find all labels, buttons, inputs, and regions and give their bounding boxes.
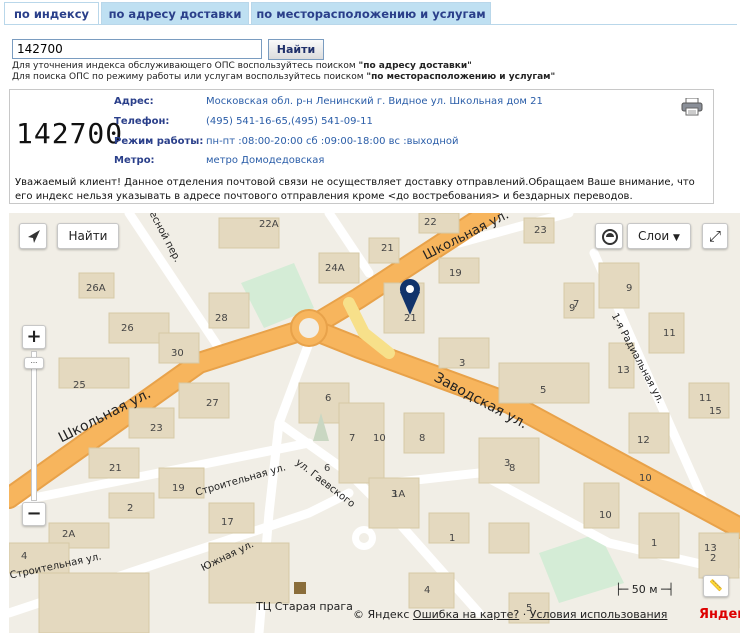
shopping-icon — [294, 582, 306, 594]
building-number: 23 — [534, 225, 547, 236]
notice-text: Уважаемый клиент! Данное отделения почто… — [15, 177, 695, 202]
map-canvas[interactable] — [9, 213, 740, 633]
tab-divider — [4, 24, 737, 25]
scale-bar-icon: ├─ — [615, 583, 629, 596]
tab-by-address[interactable]: по адресу доставки — [101, 2, 249, 25]
address-label: Адрес: — [114, 96, 154, 107]
layers-label: Слои — [638, 229, 670, 243]
geolocate-button[interactable] — [19, 223, 47, 249]
phone-value: (495) 541-16-65,(495) 541-09-11 — [206, 116, 373, 127]
building-number: 2 — [127, 503, 134, 514]
yandex-logo[interactable]: Яндекс — [699, 607, 740, 622]
building-number: 11 — [699, 393, 712, 404]
building-number: 15 — [709, 406, 722, 417]
building-number: 4 — [424, 585, 431, 596]
building-number: 12 — [637, 435, 650, 446]
building-number: 23 — [150, 423, 163, 434]
expand-icon: ⤢ — [708, 227, 721, 245]
hours-value: пн-пт :08:00-20:00 сб :09:00-18:00 вс :в… — [206, 136, 459, 147]
building-number: 2А — [62, 529, 76, 540]
building-number: 7 — [349, 433, 356, 444]
location-arrow-icon — [28, 230, 40, 243]
map[interactable]: Школьная ул. Школьная ул. Заводская ул. … — [9, 213, 740, 633]
terms-link[interactable]: Условия использования — [530, 608, 668, 621]
building-number: 3 — [391, 489, 398, 500]
building-number: 21 — [381, 243, 394, 254]
building-number: 21 — [109, 463, 122, 474]
address-value: Московская обл. р-н Ленинский г. Видное … — [206, 96, 543, 107]
building-number: 13 — [704, 543, 717, 554]
hint-address: Для уточнения индекса обслуживающего ОПС… — [12, 61, 472, 71]
building-number: 13 — [617, 365, 630, 376]
poi-label: ТЦ Старая прага — [256, 600, 353, 613]
building-number: 1 — [449, 533, 456, 544]
building-number: 24А — [325, 263, 345, 274]
building-number: 28 — [215, 313, 228, 324]
traffic-button[interactable] — [595, 223, 623, 249]
report-error-link[interactable]: Ошибка на карте? — [413, 608, 519, 621]
metro-label: Метро: — [114, 155, 155, 166]
building-number: 4 — [21, 551, 28, 562]
building-number: 3 — [459, 358, 466, 369]
building-number: 21 — [404, 313, 417, 324]
building-number: 26 — [121, 323, 134, 334]
building-number: 22 — [424, 217, 437, 228]
ruler-icon: 📏 — [709, 579, 723, 592]
building-number: 2 — [710, 553, 717, 564]
map-scale: ├─ 50 м ─┤ — [615, 583, 675, 596]
building-number: 9 — [569, 303, 576, 314]
building-number: 17 — [221, 517, 234, 528]
find-button[interactable]: Найти — [268, 39, 324, 60]
metro-value: метро Домодедовская — [206, 155, 325, 166]
hint-location: Для поиска ОПС по режиму работы или услу… — [12, 72, 556, 82]
fullscreen-button[interactable]: ⤢ — [702, 223, 728, 249]
building-number: 6 — [325, 393, 332, 404]
building-number: 26А — [86, 283, 106, 294]
building-number: 10 — [599, 510, 612, 521]
building-number: 25 — [73, 380, 86, 391]
traffic-icon — [602, 229, 618, 245]
zoom-out-button[interactable]: − — [22, 502, 46, 526]
printer-icon[interactable] — [681, 98, 703, 116]
zoom-slider-handle[interactable]: ··· — [24, 357, 44, 369]
building-number: 8 — [509, 463, 516, 474]
building-number: 5 — [540, 385, 547, 396]
chevron-down-icon: ▼ — [673, 233, 680, 243]
building-number: 9 — [626, 283, 633, 294]
building-number: 8 — [419, 433, 426, 444]
building-number: 19 — [172, 483, 185, 494]
tab-by-index[interactable]: по индексу — [4, 2, 99, 25]
building-number: 11 — [663, 328, 676, 339]
map-find-button[interactable]: Найти — [57, 223, 119, 249]
tab-by-location[interactable]: по месторасположению и услугам — [251, 2, 491, 25]
building-number: 6 — [324, 463, 331, 474]
building-number: 19 — [449, 268, 462, 279]
building-number: 10 — [639, 473, 652, 484]
phone-label: Телефон: — [114, 116, 170, 127]
post-office-info: 142700 Адрес: Московская обл. р-н Ленинс… — [9, 89, 714, 204]
layers-button[interactable]: Слои ▼ — [627, 223, 691, 249]
zoom-in-button[interactable]: + — [22, 325, 46, 349]
building-number: 30 — [171, 348, 184, 359]
building-number: 22А — [259, 219, 279, 230]
building-number: 27 — [206, 398, 219, 409]
building-number: 1 — [651, 538, 658, 549]
index-display: 142700 — [16, 117, 124, 150]
map-copyright: © Яндекс Ошибка на карте? · Условия испо… — [353, 608, 668, 621]
hours-label: Режим работы: — [114, 136, 204, 147]
zoom-track[interactable] — [31, 351, 37, 501]
building-number: 10 — [373, 433, 386, 444]
zoom-control: + ··· − — [22, 325, 46, 530]
index-input[interactable] — [12, 39, 262, 59]
ruler-button[interactable]: 📏 — [703, 575, 729, 597]
